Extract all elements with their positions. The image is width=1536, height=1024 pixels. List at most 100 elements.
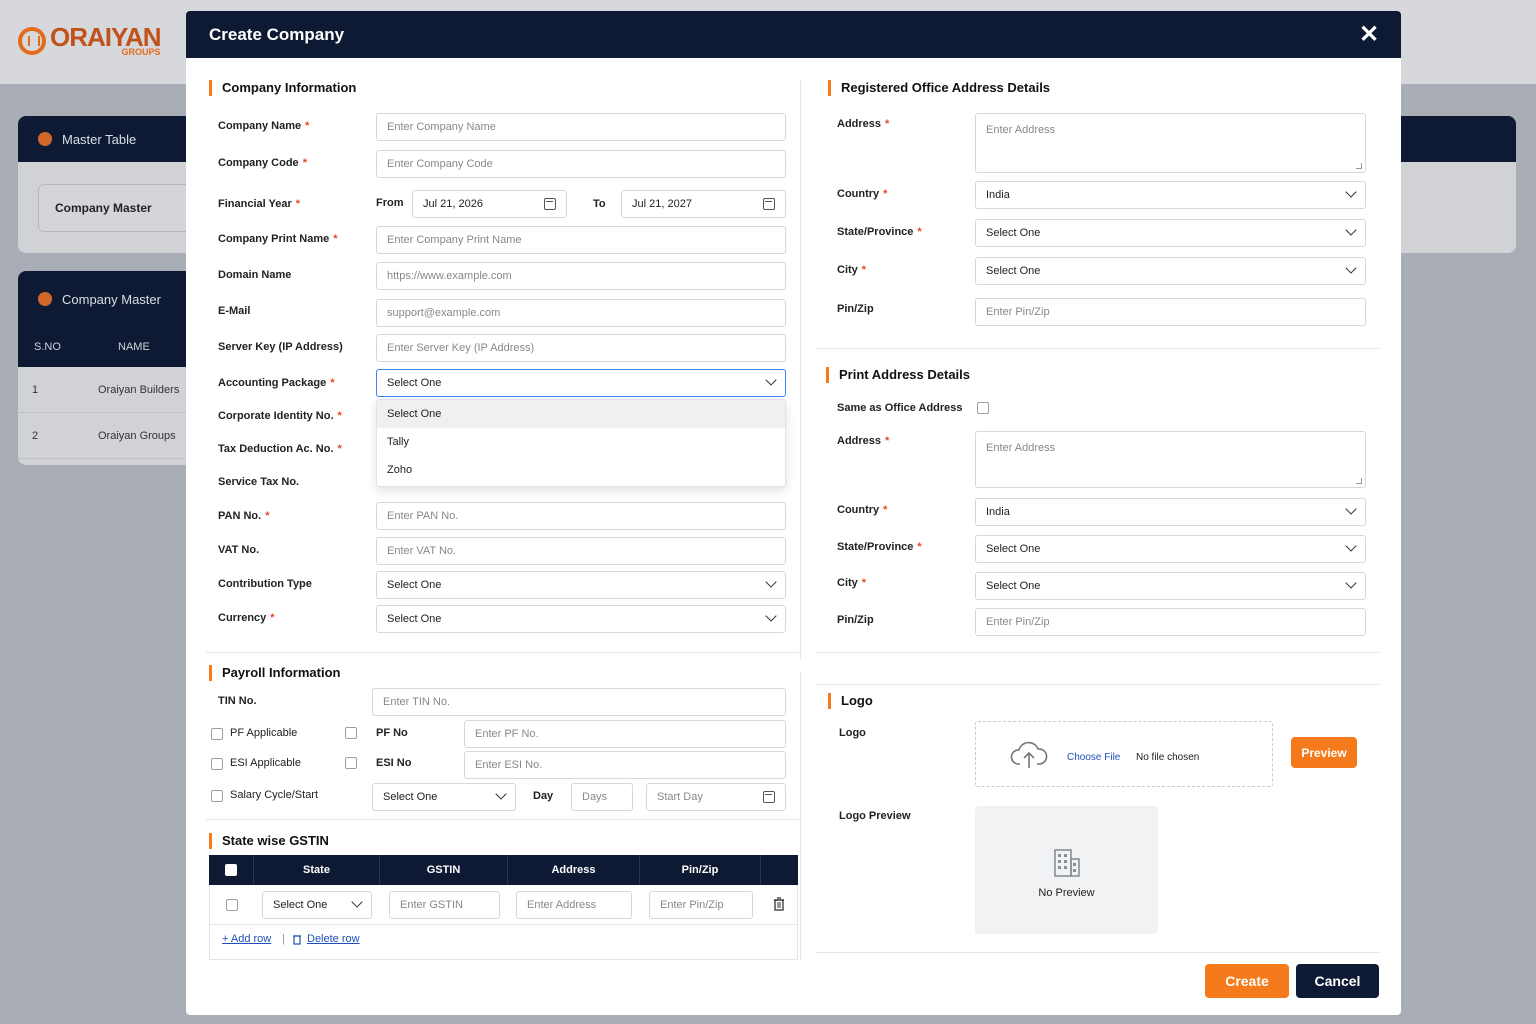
calendar-icon[interactable] [544,198,556,210]
col-gstin: GSTIN [380,855,508,885]
currency-select[interactable]: Select One [376,605,786,633]
ro-city-select[interactable]: Select One [975,257,1366,285]
accounting-package-dropdown: Select One Tally Zoho [376,399,786,487]
gstin-input[interactable]: Enter GSTIN [389,891,500,919]
tin-input[interactable]: Enter TIN No. [372,688,786,716]
ro-address-input[interactable]: Enter Address [975,113,1366,173]
tin-label: TIN No. [218,695,257,707]
pf-no-checkbox[interactable] [345,727,357,739]
ro-state-value: Select One [986,227,1041,239]
ro-country-select[interactable]: India [975,181,1366,209]
contribution-type-label: Contribution Type [218,578,312,590]
salary-cycle-checkbox[interactable] [211,790,223,802]
company-code-input[interactable]: Enter Company Code [376,150,786,178]
row-name: Oraiyan Builders [98,383,180,396]
pa-city-select[interactable]: Select One [975,572,1366,600]
logo-preview-box: No Preview [975,806,1158,934]
master-table-icon [38,132,52,146]
ro-pin-input[interactable]: Enter Pin/Zip [975,298,1366,326]
gstin-pin-input[interactable]: Enter Pin/Zip [649,891,753,919]
preview-button[interactable]: Preview [1291,737,1357,768]
pa-pin-label: Pin/Zip [837,614,874,626]
esi-no-input[interactable]: Enter ESI No. [464,751,786,779]
contribution-type-value: Select One [387,579,442,591]
select-all-checkbox[interactable] [225,864,237,876]
pa-country-value: India [986,506,1010,518]
logo-upload-area[interactable]: Choose File No file chosen [975,721,1273,787]
close-icon[interactable]: ✕ [1357,23,1381,47]
calendar-icon[interactable] [763,198,775,210]
pan-input[interactable]: Enter PAN No. [376,502,786,530]
dropdown-option[interactable]: Tally [377,428,785,456]
add-row-link[interactable]: + Add row [222,933,271,945]
pa-pin-input[interactable]: Enter Pin/Zip [975,608,1366,636]
contribution-type-select[interactable]: Select One [376,571,786,599]
resize-handle[interactable] [1356,163,1362,169]
dropdown-option[interactable]: Zoho [377,456,785,484]
esi-applicable-checkbox[interactable] [211,758,223,770]
server-key-input[interactable]: Enter Server Key (IP Address) [376,334,786,362]
currency-value: Select One [387,613,442,625]
accounting-package-select[interactable]: Select One [376,369,786,397]
logo-preview-label: Logo Preview [839,810,911,822]
trash-icon[interactable] [292,933,302,945]
chevron-down-icon [765,610,777,622]
start-day-input[interactable]: Start Day [646,783,786,811]
row-checkbox[interactable] [226,899,238,911]
domain-input[interactable]: https://www.example.com [376,262,786,290]
company-info-title: Company Information [209,80,356,96]
pa-address-input[interactable]: Enter Address [975,431,1366,488]
from-date-input[interactable]: Jul 21, 2026 [412,190,567,218]
company-master-icon [38,292,52,306]
pf-applicable-checkbox[interactable] [211,728,223,740]
create-button[interactable]: Create [1205,964,1289,998]
section-divider [816,652,1379,653]
brand-logo[interactable]: ORAIYAN GROUPS [18,24,162,57]
calendar-icon[interactable] [763,791,775,803]
link-separator: | [282,933,285,945]
gstin-state-select[interactable]: Select One [262,891,372,919]
salary-cycle-label: Salary Cycle/Start [230,789,319,801]
column-divider [800,79,801,659]
days-input[interactable]: Days [571,783,633,811]
pa-country-select[interactable]: India [975,498,1366,526]
esi-no-checkbox[interactable] [345,757,357,769]
gstin-address-input[interactable]: Enter Address [516,891,632,919]
row-sno: 2 [32,429,39,442]
pa-state-select[interactable]: Select One [975,535,1366,563]
salary-cycle-select[interactable]: Select One [372,783,516,811]
section-divider [206,819,799,820]
ro-city-value: Select One [986,265,1041,277]
service-tax-label: Service Tax No. [218,476,300,488]
gstin-table-header: State GSTIN Address Pin/Zip [209,855,798,885]
pa-city-value: Select One [986,580,1041,592]
create-company-modal: Create Company ✕ Company Information Com… [186,11,1401,1015]
print-name-input[interactable]: Enter Company Print Name [376,226,786,254]
pa-country-label: Country * [837,504,888,516]
header-checkbox-cell [209,855,254,885]
resize-handle[interactable] [1356,478,1362,484]
pf-no-input[interactable]: Enter PF No. [464,720,786,748]
company-master-card[interactable]: Company Master [38,184,208,232]
same-as-office-checkbox[interactable] [977,402,989,414]
company-code-label: Company Code * [218,157,307,169]
pa-city-label: City * [837,577,867,589]
ro-address-label: Address * [837,118,890,130]
pa-state-label: State/Province * [837,541,922,553]
cancel-button[interactable]: Cancel [1296,964,1379,998]
ro-state-select[interactable]: Select One [975,219,1366,247]
row-divider [210,924,797,925]
chevron-down-icon [1345,577,1357,589]
registered-office-title: Registered Office Address Details [828,80,1050,96]
to-date-input[interactable]: Jul 21, 2027 [621,190,786,218]
ro-city-label: City * [837,264,867,276]
brand-logo-icon [18,26,46,55]
delete-row-link[interactable]: Delete row [307,933,360,945]
email-input[interactable]: support@example.com [376,299,786,327]
vat-input[interactable]: Enter VAT No. [376,537,786,565]
choose-file-button[interactable]: Choose File [1067,752,1120,763]
company-name-input[interactable]: Enter Company Name [376,113,786,141]
trash-icon[interactable] [773,897,785,911]
dropdown-option[interactable]: Select One [377,400,785,428]
pa-state-value: Select One [986,543,1041,555]
